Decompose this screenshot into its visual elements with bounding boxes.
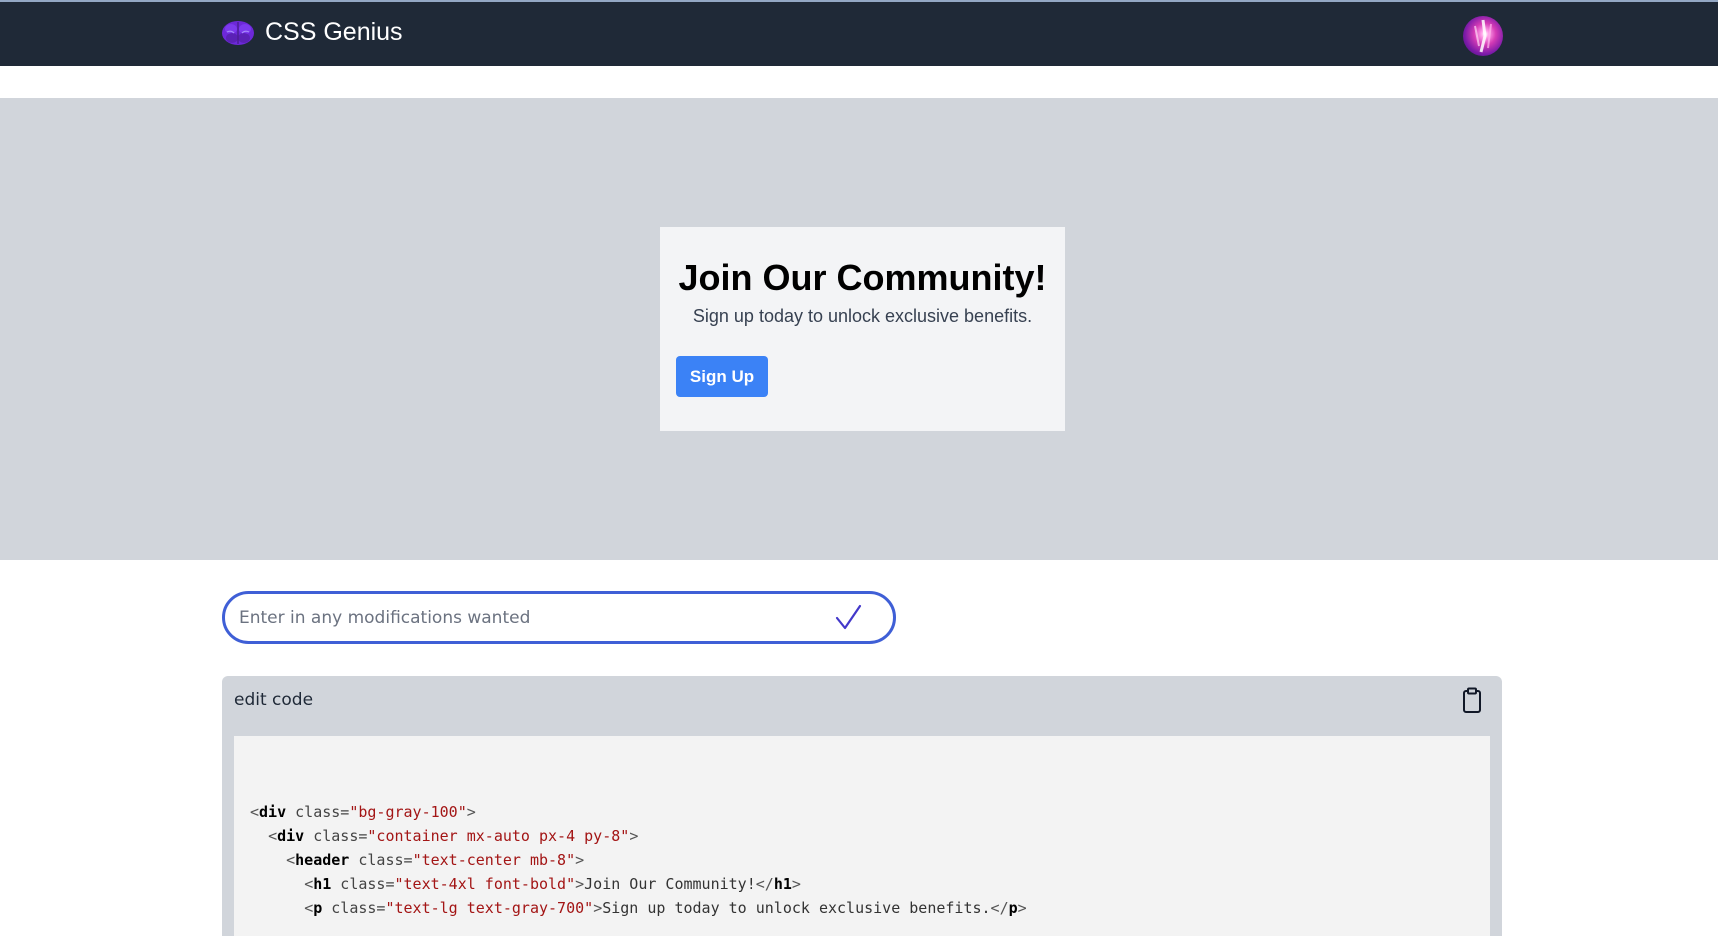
code-line: <div class="bg-gray-100"> [250, 800, 1027, 824]
code-attr: class= [331, 875, 395, 893]
modification-input-wrapper [222, 591, 896, 644]
code-punct: > [575, 851, 585, 869]
code-tag: h1 [773, 875, 792, 893]
code-punct: </ [990, 899, 1009, 917]
code-line: <h1 class="text-4xl font-bold">Join Our … [250, 872, 1027, 896]
submit-modification-button[interactable] [831, 601, 865, 635]
code-attr-value: "text-4xl font-bold" [394, 875, 576, 893]
code-punct: > [466, 803, 476, 821]
card-title: Join Our Community! [678, 257, 1047, 298]
code-punct: < [304, 875, 314, 893]
code-punct: < [286, 851, 296, 869]
brand-link[interactable]: CSS Genius [221, 18, 403, 47]
code-punct: < [250, 803, 260, 821]
code-attr-value: "text-center mb-8" [412, 851, 576, 869]
code-tag: div [259, 803, 287, 821]
code-attr: class= [349, 851, 413, 869]
community-card: Join Our Community! Sign up today to unl… [660, 227, 1065, 431]
sign-up-button[interactable]: Sign Up [676, 356, 768, 397]
code-line: <p class="text-lg text-gray-700">Sign up… [250, 896, 1027, 920]
code-punct: </ [755, 875, 774, 893]
brain-icon [222, 20, 254, 45]
code-text: Sign up today to unlock exclusive benefi… [602, 899, 991, 917]
code-text: Join Our Community! [584, 875, 756, 893]
modification-input[interactable] [237, 594, 797, 641]
brand-name: CSS Genius [265, 18, 403, 46]
code-tag: div [277, 827, 305, 845]
preview-area: Join Our Community! Sign up today to unl… [0, 98, 1718, 560]
avatar-image [1474, 19, 1492, 53]
code-tag: header [295, 851, 350, 869]
code-attr-value: "text-lg text-gray-700" [385, 899, 594, 917]
code-punct: > [1017, 899, 1027, 917]
code-attr-value: "container mx-auto px-4 py-8" [367, 827, 630, 845]
code-tag: h1 [313, 875, 332, 893]
code-tag: p [313, 899, 323, 917]
code-punct: > [593, 899, 603, 917]
code-line: <div class="container mx-auto px-4 py-8"… [250, 824, 1027, 848]
code-panel-label: edit code [234, 690, 314, 710]
copy-code-button[interactable] [1458, 686, 1486, 716]
top-navbar: CSS Genius [0, 0, 1718, 66]
code-line: <header class="text-center mb-8"> [250, 848, 1027, 872]
code-editor[interactable]: <div class="bg-gray-100"> <div class="co… [234, 736, 1490, 936]
clipboard-icon [1463, 687, 1481, 713]
check-icon [835, 604, 862, 630]
card-subtitle: Sign up today to unlock exclusive benefi… [692, 306, 1033, 326]
code-attr: class= [322, 899, 386, 917]
code-punct: < [268, 827, 278, 845]
code-attr: class= [286, 803, 350, 821]
code-panel: edit code <div class="bg-gray-100"> <div… [222, 676, 1502, 936]
code-attr-value: "bg-gray-100" [349, 803, 467, 821]
code-lines: <div class="bg-gray-100"> <div class="co… [250, 800, 1027, 920]
code-punct: > [791, 875, 801, 893]
code-tag: p [1008, 899, 1018, 917]
code-punct: > [629, 827, 639, 845]
code-punct: < [304, 899, 314, 917]
code-punct: > [575, 875, 585, 893]
user-avatar[interactable] [1463, 16, 1503, 56]
code-attr: class= [304, 827, 368, 845]
